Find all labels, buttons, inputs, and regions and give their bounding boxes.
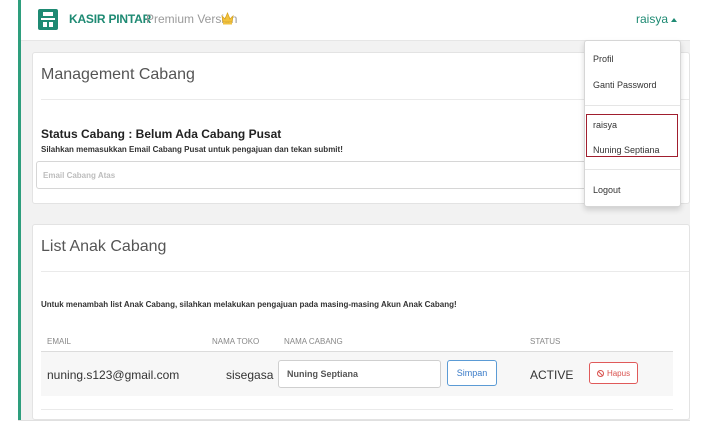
hapus-button[interactable]: Hapus: [589, 362, 638, 384]
crown-icon: [221, 11, 234, 25]
row-nama-toko: sisegasa: [226, 368, 274, 382]
store-logo-icon: [38, 9, 58, 30]
column-header-nama-cabang: NAMA CABANG: [284, 337, 343, 346]
management-title: Management Cabang: [41, 66, 195, 83]
row-email: nuning.s123@gmail.com: [47, 368, 180, 382]
list-anak-cabang-card: List Anak Cabang Untuk menambah list Ana…: [32, 224, 690, 420]
nama-cabang-input[interactable]: [278, 360, 441, 388]
menu-item-branch-raisya[interactable]: raisya: [593, 120, 617, 130]
column-header-email: EMAIL: [47, 337, 72, 346]
column-header-nama-toko: NAMA TOKO: [212, 337, 260, 346]
user-dropdown-menu: Profil Ganti Password raisya Nuning Sept…: [584, 40, 681, 207]
list-info: Untuk menambah list Anak Cabang, silahka…: [41, 300, 457, 309]
top-navbar: KASIR PINTAR Premium Version raisya: [21, 0, 690, 41]
user-menu-toggle[interactable]: raisya: [636, 12, 678, 26]
status-instruction: Silahkan memasukkan Email Cabang Pusat u…: [41, 145, 343, 154]
caret-up-icon: [671, 17, 678, 22]
email-cabang-input[interactable]: [36, 161, 602, 189]
menu-item-ganti-password[interactable]: Ganti Password: [593, 80, 657, 90]
column-header-status: STATUS: [530, 337, 561, 346]
menu-divider: [585, 169, 680, 170]
row-divider: [41, 409, 673, 410]
ban-icon: [596, 369, 604, 377]
user-name: raisya: [636, 12, 669, 26]
simpan-button[interactable]: Simpan: [447, 360, 497, 386]
row-status: ACTIVE: [530, 368, 574, 382]
hapus-label: Hapus: [606, 368, 631, 378]
card-divider: [41, 271, 689, 272]
menu-item-logout[interactable]: Logout: [593, 185, 621, 195]
menu-divider: [585, 105, 680, 106]
page-bottom-border: [18, 420, 690, 421]
branch-status: Status Cabang : Belum Ada Cabang Pusat: [41, 127, 282, 141]
menu-item-branch-nuning[interactable]: Nuning Septiana: [593, 145, 660, 155]
menu-item-profil[interactable]: Profil: [593, 54, 614, 64]
brand-name: KASIR PINTAR: [69, 12, 152, 26]
list-title: List Anak Cabang: [41, 238, 167, 255]
